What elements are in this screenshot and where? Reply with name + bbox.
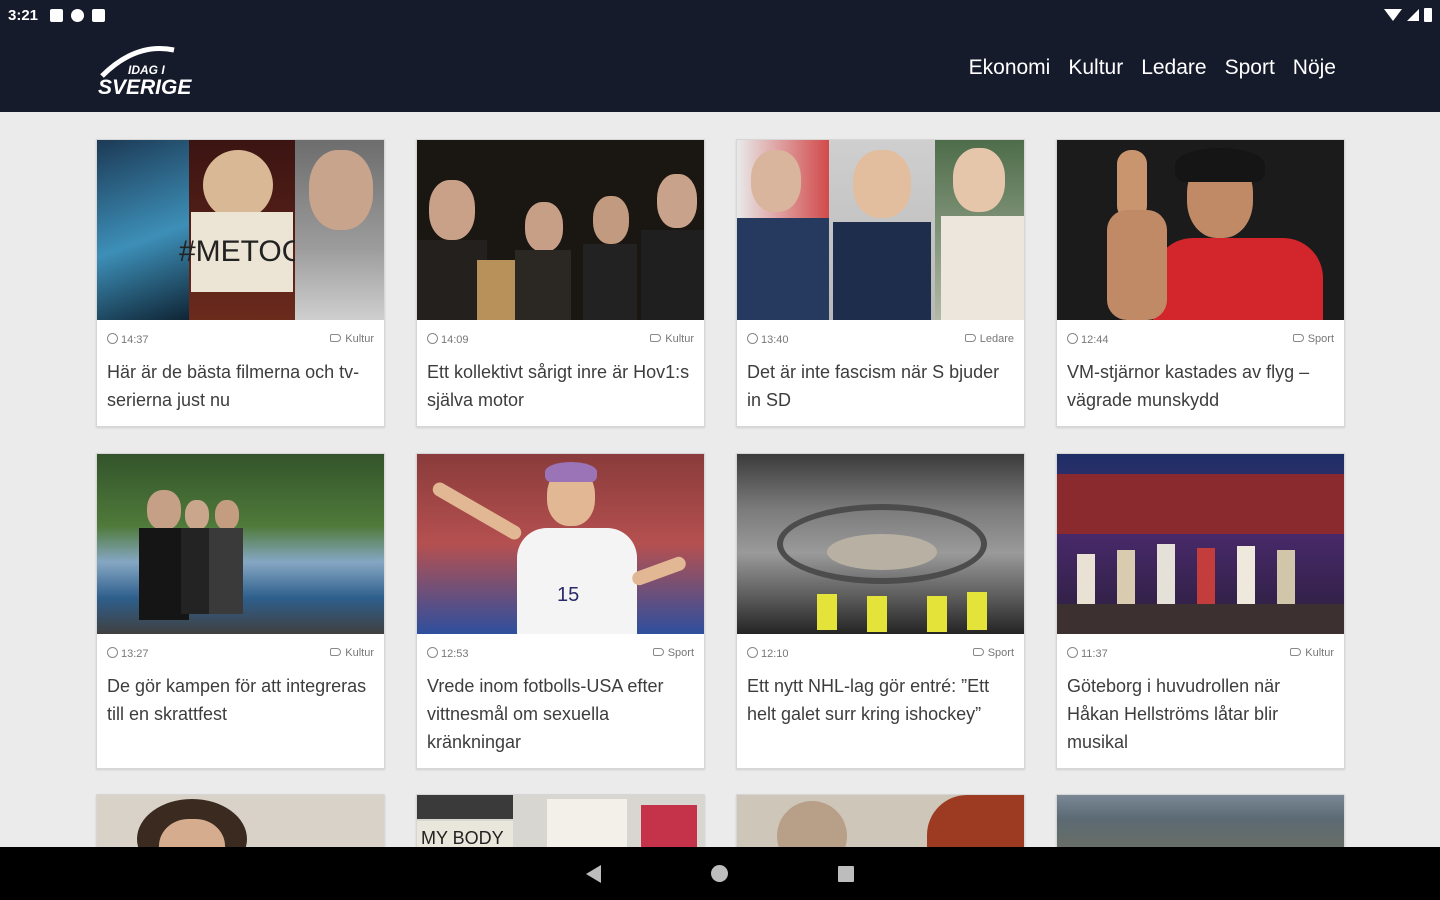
battery-icon [1424,8,1432,22]
article-title: Ett nytt NHL-lag gör entré: ”Ett helt ga… [747,676,990,724]
article-card[interactable]: 15 12:53 Sport Vrede inom fotbolls-USA e… [416,453,705,769]
article-image: 15 [417,454,704,634]
article-card[interactable]: 12:44 Sport VM-stjärnor kastades av flyg… [1056,139,1345,427]
article-image: MY BODY [417,795,704,853]
article-card[interactable] [736,794,1025,854]
android-nav-bar [0,847,1440,900]
status-time: 3:21 [8,6,39,24]
svg-text:IDAG I: IDAG I [128,63,165,77]
article-time: 12:10 [747,646,789,660]
article-time: 13:27 [107,646,149,660]
article-image: #METOO [97,140,384,320]
notification-icon [71,8,85,22]
clock-icon [1067,646,1078,658]
status-bar: 3:21 [0,0,1440,30]
signal-icon [1407,9,1419,21]
jersey-number: 15 [557,584,580,606]
tag-icon [972,648,984,656]
recents-icon[interactable] [838,865,854,882]
article-title: VM-stjärnor kastades av flyg – vägrade m… [1067,362,1310,410]
article-card[interactable] [1056,794,1345,854]
article-image [1057,140,1344,320]
article-category: Ledare [964,333,1014,345]
article-time: 12:44 [1067,332,1109,346]
article-category: Sport [972,647,1014,659]
article-title: Ett kollektivt sårigt inre är Hov1:s sjä… [427,362,690,410]
metoo-sign: #METOO [179,212,305,292]
article-category: Kultur [330,647,374,659]
article-card[interactable]: 12:10 Sport Ett nytt NHL-lag gör entré: … [736,453,1025,769]
article-time: 14:09 [427,332,469,346]
svg-text:SVERIGE: SVERIGE [98,76,192,99]
tag-icon [1290,648,1302,656]
clock-icon [107,332,118,344]
article-image [97,795,384,853]
article-title: Här är de bästa filmerna och tv-serierna… [107,362,360,410]
article-card[interactable]: 11:37 Kultur Göteborg i huvudrollen när … [1056,453,1345,769]
article-image [737,795,1024,853]
article-image [737,140,1024,320]
clock-icon [427,646,438,658]
article-card[interactable]: 14:09 Kultur Ett kollektivt sårigt inre … [416,139,705,427]
article-time: 13:40 [747,332,789,346]
nav-kultur[interactable]: Kultur [1068,56,1123,80]
site-header: IDAG I SVERIGE Ekonomi Kultur Ledare Spo… [0,30,1440,112]
article-title: Det är inte fascism när S bjuder in SD [747,362,1000,410]
article-title: Göteborg i huvudrollen när Håkan Hellstr… [1067,676,1281,752]
article-title: De gör kampen för att integreras till en… [107,676,367,724]
article-time: 14:37 [107,332,149,346]
article-category: Kultur [650,333,694,345]
home-icon[interactable] [711,865,728,882]
article-image [737,454,1024,634]
sd-card-icon [92,8,106,22]
article-image [417,140,704,320]
article-category: Kultur [330,333,374,345]
article-image [97,454,384,634]
article-category: Sport [1292,333,1334,345]
nav-ekonomi[interactable]: Ekonomi [969,56,1051,80]
article-time: 11:37 [1067,646,1108,660]
tag-icon [964,334,976,342]
wifi-icon [1384,9,1402,21]
clock-icon [747,332,758,344]
back-icon[interactable] [586,864,601,883]
tag-icon [330,648,342,656]
article-category: Sport [652,647,694,659]
tag-icon [652,648,664,656]
article-card[interactable]: MY BODY [416,794,705,854]
tag-icon [650,334,662,342]
article-image [1057,454,1344,634]
clock-icon [427,332,438,344]
nav-sport[interactable]: Sport [1225,56,1275,80]
article-title: Vrede inom fotbolls-USA efter vittnesmål… [427,676,664,752]
article-card[interactable]: 13:40 Ledare Det är inte fascism när S b… [736,139,1025,427]
article-card[interactable]: 13:27 Kultur De gör kampen för att integ… [96,453,385,769]
article-category: Kultur [1290,647,1334,659]
nav-ledare[interactable]: Ledare [1141,56,1206,80]
main-nav: Ekonomi Kultur Ledare Sport Nöje [969,56,1336,80]
notification-icon [50,8,64,22]
article-card[interactable]: #METOO 14:37 Kultur Här är de bästa film… [96,139,385,427]
tag-icon [330,334,342,342]
article-time: 12:53 [427,646,469,660]
site-logo[interactable]: IDAG I SVERIGE [96,42,212,100]
article-image [1057,795,1344,853]
clock-icon [1067,332,1078,344]
article-card[interactable] [96,794,385,854]
clock-icon [747,646,758,658]
tag-icon [1292,334,1304,342]
nav-noje[interactable]: Nöje [1293,56,1336,80]
clock-icon [107,646,118,658]
